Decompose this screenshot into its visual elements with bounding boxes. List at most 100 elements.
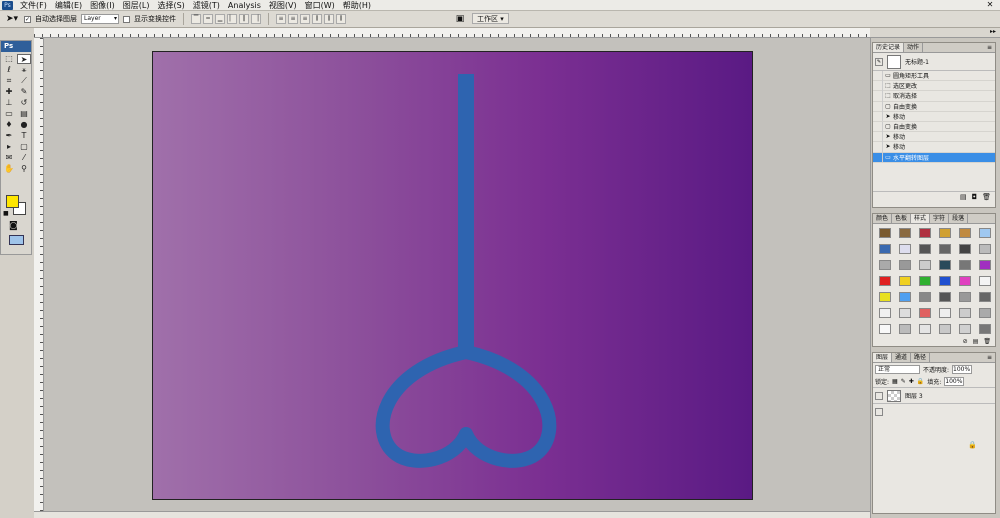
style-swatch[interactable]: [919, 244, 931, 254]
tab-paths[interactable]: 路径: [911, 353, 931, 362]
hand-tool-icon[interactable]: ✋: [2, 164, 16, 174]
style-swatch[interactable]: [939, 324, 951, 334]
history-item[interactable]: ⬚ 取消选择: [873, 90, 995, 102]
style-swatch[interactable]: [879, 276, 891, 286]
align-top-icon[interactable]: ▔: [191, 14, 201, 24]
clear-style-icon[interactable]: ⊘: [963, 338, 968, 347]
menu-layer[interactable]: 图层(L): [119, 0, 154, 11]
zoom-tool-icon[interactable]: ⚲: [17, 164, 31, 174]
menu-filter[interactable]: 滤镜(T): [189, 0, 224, 11]
style-swatch[interactable]: [959, 244, 971, 254]
tab-character[interactable]: 字符: [930, 214, 950, 223]
auto-select-dropdown[interactable]: Layer: [81, 14, 119, 24]
style-swatch[interactable]: [939, 260, 951, 270]
tab-color[interactable]: 颜色: [873, 214, 893, 223]
style-swatch[interactable]: [879, 292, 891, 302]
style-swatch[interactable]: [919, 324, 931, 334]
style-swatch[interactable]: [919, 228, 931, 238]
style-swatch[interactable]: [979, 244, 991, 254]
layer-visibility-toggle[interactable]: [875, 391, 883, 400]
tab-swatches[interactable]: 色板: [892, 214, 912, 223]
history-item[interactable]: ➤ 移动: [873, 131, 995, 143]
style-swatch[interactable]: [939, 244, 951, 254]
style-swatch[interactable]: [919, 292, 931, 302]
tab-actions[interactable]: 动作: [904, 43, 924, 52]
dock-collapse-bar[interactable]: ▸▸: [870, 28, 1000, 38]
style-swatch[interactable]: [899, 324, 911, 334]
lock-move-icon[interactable]: ✚: [909, 378, 914, 385]
style-swatch[interactable]: [979, 260, 991, 270]
menu-file[interactable]: 文件(F): [16, 0, 51, 11]
panel-menu-icon[interactable]: ≡: [984, 353, 995, 362]
style-swatch[interactable]: [899, 308, 911, 318]
eyedropper-tool-icon[interactable]: ⁄: [17, 153, 31, 163]
history-item[interactable]: ⬚ 选区更改: [873, 80, 995, 92]
style-swatch[interactable]: [959, 324, 971, 334]
style-swatch[interactable]: [959, 292, 971, 302]
default-colors-icon[interactable]: ■: [3, 210, 9, 217]
history-snapshot[interactable]: ✎ 无标题-1: [873, 53, 995, 71]
pen-tool-icon[interactable]: ✒: [2, 131, 16, 141]
blur-tool-icon[interactable]: ♦: [2, 120, 16, 130]
style-swatch[interactable]: [979, 308, 991, 318]
marquee-tool-icon[interactable]: ⬚: [2, 54, 16, 64]
move-tool-icon[interactable]: ➤: [17, 54, 31, 64]
menu-analysis[interactable]: Analysis: [224, 0, 265, 11]
style-swatch[interactable]: [979, 276, 991, 286]
panel-menu-icon[interactable]: ≡: [984, 43, 995, 52]
slice-tool-icon[interactable]: ⟋: [17, 76, 31, 86]
style-swatch[interactable]: [879, 228, 891, 238]
style-swatch[interactable]: [959, 308, 971, 318]
history-item-selected[interactable]: ▭ 水平翻转图层: [873, 152, 995, 163]
quick-mask-icon[interactable]: ◙: [9, 221, 18, 231]
magic-wand-tool-icon[interactable]: ⚹: [17, 65, 31, 75]
style-swatch[interactable]: [899, 244, 911, 254]
new-snapshot-icon[interactable]: ◘: [972, 193, 978, 201]
blend-mode-select[interactable]: 正常: [875, 364, 920, 374]
dodge-tool-icon[interactable]: ●: [17, 120, 31, 130]
menu-image[interactable]: 图像(I): [86, 0, 119, 11]
auto-select-checkbox[interactable]: ✓: [24, 15, 31, 23]
style-swatch[interactable]: [919, 308, 931, 318]
tab-history[interactable]: 历史记录: [873, 43, 905, 52]
trash-icon[interactable]: 🗑: [982, 193, 991, 201]
brush-tool-icon[interactable]: ✎: [17, 87, 31, 97]
menu-help[interactable]: 帮助(H): [339, 0, 375, 11]
stamp-tool-icon[interactable]: ⊥: [2, 98, 16, 108]
lasso-tool-icon[interactable]: ℓ: [2, 65, 16, 75]
distribute-right-icon[interactable]: ⫼: [336, 14, 346, 24]
fill-input[interactable]: 100%: [944, 376, 965, 386]
lock-all-icon[interactable]: 🔒: [917, 378, 924, 385]
gradient-tool-icon[interactable]: ▤: [17, 109, 31, 119]
healing-tool-icon[interactable]: ✚: [2, 87, 16, 97]
style-swatch[interactable]: [899, 276, 911, 286]
history-item[interactable]: ▭ 圆角矩形工具: [873, 70, 995, 82]
distribute-vcenter-icon[interactable]: ≡: [288, 14, 298, 24]
style-swatch[interactable]: [939, 228, 951, 238]
close-icon[interactable]: ✕: [984, 0, 996, 10]
style-swatch[interactable]: [899, 292, 911, 302]
menu-window[interactable]: 窗口(W): [301, 0, 339, 11]
type-tool-icon[interactable]: T: [17, 131, 31, 141]
vertical-ruler[interactable]: [34, 38, 44, 513]
tab-channels[interactable]: 通道: [892, 353, 912, 362]
screen-mode-icon[interactable]: [9, 235, 24, 245]
style-swatch[interactable]: [879, 244, 891, 254]
distribute-left-icon[interactable]: ⫼: [312, 14, 322, 24]
tab-paragraph[interactable]: 段落: [949, 214, 969, 223]
crop-tool-icon[interactable]: ⌗: [2, 76, 16, 86]
new-style-icon[interactable]: ▤: [973, 338, 979, 347]
align-left-icon[interactable]: ▏: [227, 14, 237, 24]
menu-view[interactable]: 视图(V): [265, 0, 301, 11]
shape-tool-icon[interactable]: ▢: [17, 142, 31, 152]
foreground-color-swatch[interactable]: [6, 195, 19, 208]
history-item[interactable]: ➤ 移动: [873, 111, 995, 122]
style-swatch[interactable]: [899, 260, 911, 270]
style-swatch[interactable]: [939, 276, 951, 286]
style-swatch[interactable]: [959, 276, 971, 286]
align-vcenter-icon[interactable]: ═: [203, 14, 213, 24]
history-item[interactable]: ▢ 自由变换: [873, 101, 995, 112]
history-item[interactable]: ➤ 移动: [873, 141, 995, 153]
align-bottom-icon[interactable]: ▁: [215, 14, 225, 24]
snapshot-source-checkbox[interactable]: ✎: [875, 57, 883, 66]
